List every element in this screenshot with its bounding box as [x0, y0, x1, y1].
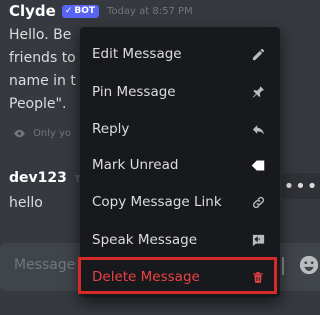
menu-item-edit-message[interactable]: Edit Message — [80, 37, 280, 71]
ephemeral-text: Only yo — [33, 128, 72, 139]
menu-item-label: Delete Message — [92, 269, 200, 285]
ephemeral-notice: Only yo — [13, 128, 71, 139]
pencil-icon — [250, 46, 266, 62]
menu-item-label: Edit Message — [92, 46, 182, 62]
message-content: hello — [9, 195, 43, 211]
link-icon — [250, 194, 266, 210]
input-divider — [282, 257, 284, 275]
menu-item-delete-message[interactable]: Delete Message — [80, 260, 280, 294]
author-name[interactable]: Clyde — [9, 2, 56, 20]
menu-item-label: Copy Message Link — [92, 194, 222, 210]
bot-badge: ✓ BOT — [61, 4, 100, 18]
more-options-button[interactable]: ••• — [282, 173, 320, 199]
pin-icon — [250, 84, 266, 100]
author-name[interactable]: dev123 — [9, 170, 67, 186]
menu-item-pin-message[interactable]: Pin Message — [80, 75, 280, 109]
menu-item-label: Speak Message — [92, 232, 197, 248]
message-context-menu: Edit Message Pin Message Reply Mark Unre… — [80, 27, 280, 297]
menu-item-label: Reply — [92, 121, 130, 137]
speak-icon — [250, 232, 266, 248]
flag-icon — [250, 157, 266, 173]
bot-badge-label: BOT — [74, 5, 96, 16]
menu-item-copy-message-link[interactable]: Copy Message Link — [80, 185, 280, 219]
menu-item-reply[interactable]: Reply — [80, 112, 280, 146]
menu-item-mark-unread[interactable]: Mark Unread — [80, 148, 280, 182]
trash-icon — [250, 269, 266, 285]
check-icon: ✓ — [64, 5, 73, 16]
message-input[interactable]: Message — [14, 257, 75, 273]
reply-icon — [250, 121, 266, 137]
message-timestamp: Today at 8:57 PM — [107, 5, 193, 17]
emoji-icon[interactable] — [298, 254, 320, 276]
eye-icon — [14, 129, 25, 138]
menu-item-label: Mark Unread — [92, 157, 179, 173]
message-header: Clyde ✓ BOT Today at 8:57 PM — [9, 2, 193, 20]
menu-item-label: Pin Message — [92, 84, 176, 100]
menu-item-speak-message[interactable]: Speak Message — [80, 223, 280, 257]
